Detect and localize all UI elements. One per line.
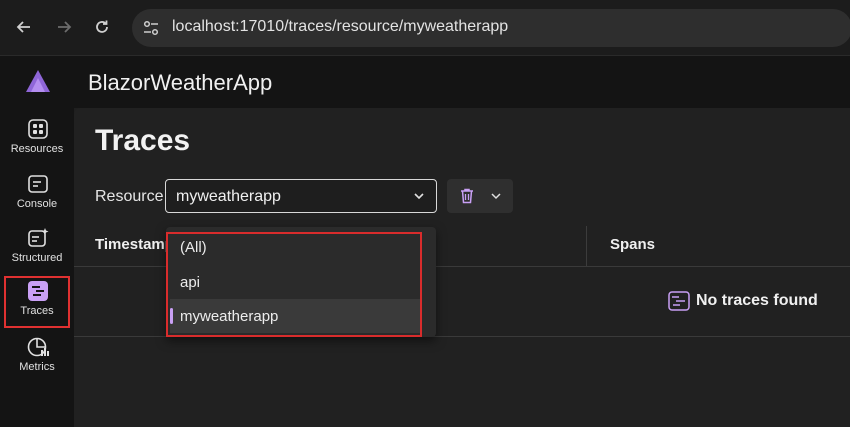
dropdown-option-api[interactable]: api [170,265,422,299]
reload-icon [96,20,108,33]
arrow-right-icon [58,21,72,33]
chevron-down-icon [414,193,424,200]
empty-state-message: No traces found [696,292,818,309]
forward-button[interactable] [52,15,76,39]
option-label: myweatherapp [180,308,279,325]
app-header: BlazorWeatherApp [74,56,850,108]
browser-toolbar: localhost:17010/traces/resource/myweathe… [0,0,850,56]
reload-button[interactable] [90,15,114,39]
sidebar-item-label: Resources [10,143,64,155]
traces-icon [668,291,690,311]
sidebar-item-resources[interactable]: Resources [4,114,70,166]
grid-icon [28,119,48,139]
column-header-timestamp[interactable]: Timestamp [95,236,174,253]
sidebar-item-label: Structured [11,252,63,264]
sidebar-item-label: Metrics [19,361,55,373]
console-icon [28,175,48,193]
clear-traces-button[interactable] [447,179,513,213]
option-label: (All) [180,239,207,256]
aspire-logo-icon [26,70,50,92]
sidebar-item-label: Traces [20,305,54,317]
address-url: localhost:17010/traces/resource/myweathe… [172,18,509,35]
sidebar-item-traces[interactable]: Traces [4,276,70,328]
resource-select[interactable]: myweatherapp [165,179,437,213]
structured-log-icon [28,228,49,247]
option-label: api [180,274,201,291]
sidebar: Resources Console Structured Traces Metr… [0,56,74,427]
trash-icon [461,188,473,204]
page-title: Traces [95,124,191,157]
metrics-icon [27,337,49,357]
column-header-spans[interactable]: Spans [610,236,655,253]
sidebar-item-metrics[interactable]: Metrics [4,332,70,384]
back-button[interactable] [12,15,36,39]
resource-select-value: myweatherapp [176,188,281,205]
sidebar-item-label: Console [16,198,58,210]
address-bar[interactable]: localhost:17010/traces/resource/myweathe… [132,9,850,47]
site-settings-icon[interactable] [142,19,160,37]
column-divider [586,226,587,266]
sidebar-item-console[interactable]: Console [4,169,70,221]
sidebar-item-structured[interactable]: Structured [4,223,70,275]
chevron-down-icon [491,193,501,200]
resource-dropdown-list: (All) api myweatherapp [166,227,436,337]
app-title: BlazorWeatherApp [88,70,273,95]
dropdown-option-myweatherapp[interactable]: myweatherapp [170,299,422,333]
resource-label: Resource [95,188,164,205]
selected-indicator [170,308,173,324]
arrow-left-icon [16,21,30,33]
dropdown-option-all[interactable]: (All) [170,230,422,264]
traces-icon [28,281,48,301]
